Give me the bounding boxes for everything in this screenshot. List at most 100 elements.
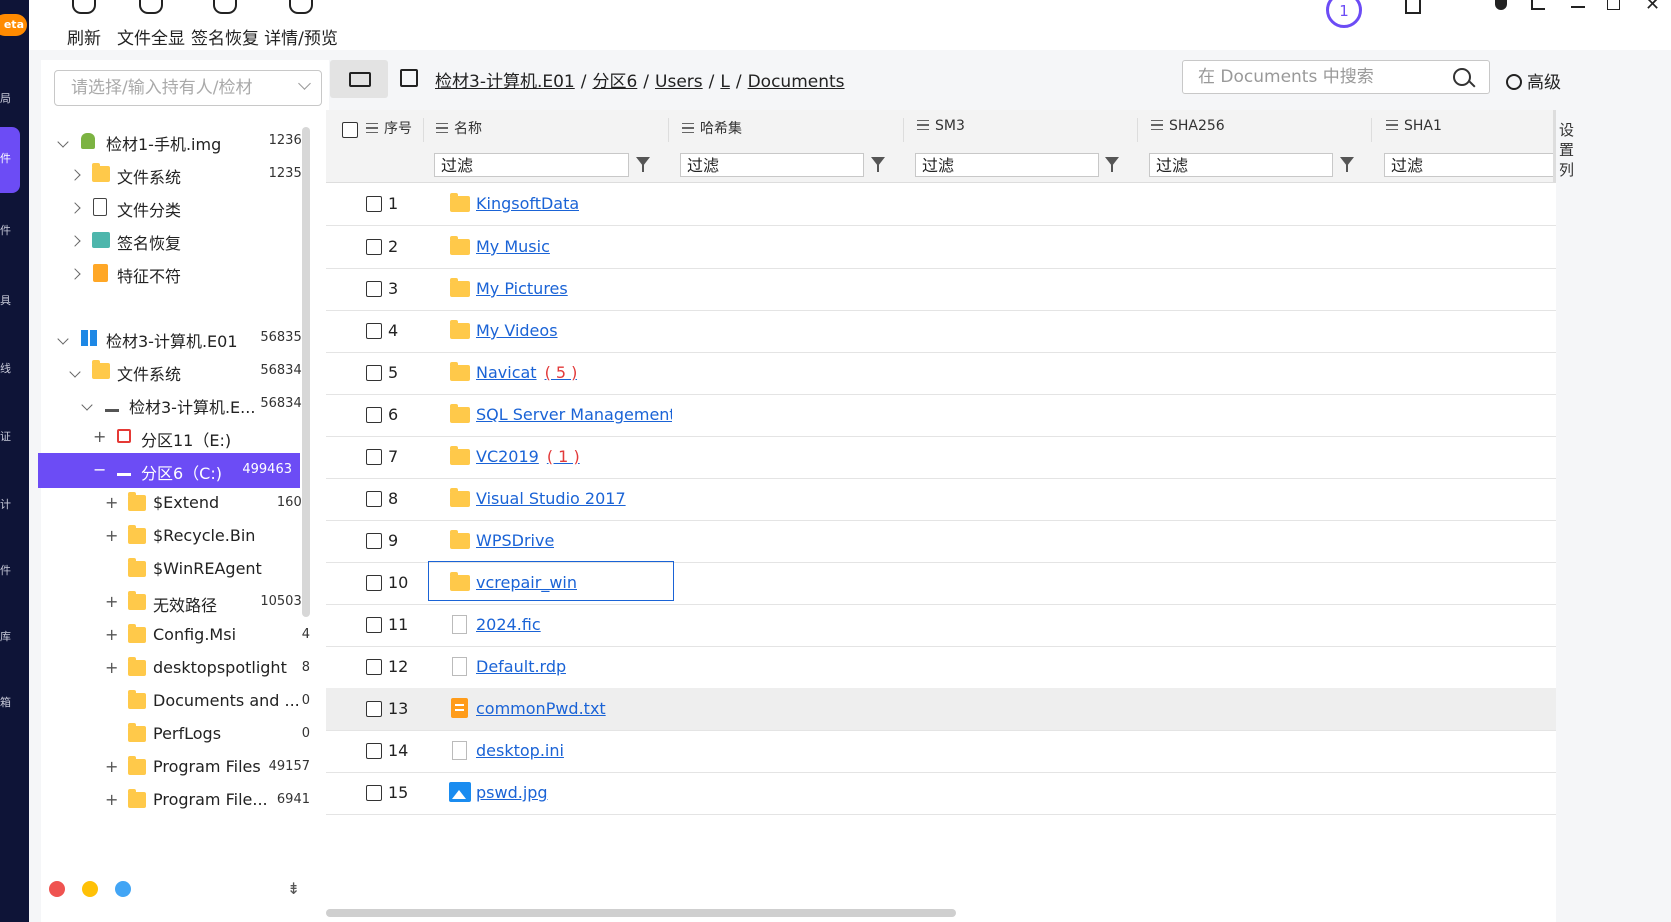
breadcrumb-evidence[interactable]: 检材3-计算机.E01	[435, 72, 575, 92]
tree-item-program-files-x86[interactable]: + Program File... 6941	[41, 783, 318, 818]
rail-item[interactable]: 线	[0, 360, 14, 376]
row-checkbox[interactable]	[366, 196, 382, 212]
table-row[interactable]: 15 pswd.jpg	[326, 772, 1556, 815]
filter-sm3[interactable]	[915, 153, 1099, 177]
file-link[interactable]: My Pictures	[476, 279, 568, 298]
row-checkbox[interactable]	[366, 701, 382, 717]
tree-item-perflogs[interactable]: PerfLogs 0	[41, 717, 318, 752]
collapse-all-icon[interactable]: ⇟	[287, 879, 303, 899]
filter-sha256-input[interactable]	[1150, 154, 1332, 176]
breadcrumb-users[interactable]: Users	[655, 72, 703, 92]
tree-item-partition-e[interactable]: + 分区11（E:) 1	[41, 420, 318, 455]
signature-recover-button[interactable]: 签名恢复	[190, 0, 260, 50]
notification-badge[interactable]: 1	[1326, 0, 1362, 28]
table-row[interactable]: 5 Navicat( 5 )	[326, 352, 1556, 395]
file-link[interactable]: SQL Server Management St	[476, 405, 672, 424]
rail-item[interactable]: 件	[0, 222, 14, 238]
file-link[interactable]: My Music	[476, 237, 550, 256]
rail-item[interactable]: 局	[0, 90, 14, 106]
file-link[interactable]: commonPwd.txt	[476, 699, 606, 718]
row-checkbox[interactable]	[366, 575, 382, 591]
tree-item-signature-recover[interactable]: 签名恢复 2	[41, 223, 318, 258]
row-checkbox[interactable]	[366, 323, 382, 339]
filter-name-input[interactable]	[435, 154, 628, 176]
table-row[interactable]: 2 My Music	[326, 226, 1556, 269]
tree-item-mismatch[interactable]: 特征不符 3	[41, 256, 318, 291]
file-link[interactable]: Default.rdp	[476, 657, 566, 676]
tree-scrollbar[interactable]	[302, 127, 310, 617]
row-checkbox[interactable]	[366, 365, 382, 381]
tree-item-filesystem-2[interactable]: 文件系统 568349	[41, 354, 318, 389]
blue-dot[interactable]	[115, 881, 131, 897]
row-checkbox[interactable]	[366, 239, 382, 255]
breadcrumb-l[interactable]: L	[720, 72, 729, 92]
row-checkbox[interactable]	[366, 785, 382, 801]
file-link[interactable]: desktop.ini	[476, 741, 564, 760]
pin-icon[interactable]	[1531, 0, 1545, 10]
filter-sha1-input[interactable]	[1385, 154, 1555, 176]
table-row[interactable]: 12 Default.rdp	[326, 646, 1556, 689]
column-divider[interactable]	[668, 118, 669, 142]
refresh-button[interactable]: 刷新	[59, 0, 109, 50]
search-input[interactable]	[1196, 66, 1440, 88]
chevron-down-icon[interactable]	[298, 77, 311, 90]
column-menu-icon[interactable]	[366, 123, 378, 133]
column-header-sm3[interactable]: SM3	[917, 118, 965, 142]
table-row[interactable]: 8 Visual Studio 2017	[326, 478, 1556, 521]
tree-item-partition-c[interactable]: − 分区6（C:) 499463	[38, 453, 300, 488]
column-divider[interactable]	[903, 118, 904, 142]
table-row[interactable]: 13 commonPwd.txt	[326, 688, 1556, 731]
expand-plus-icon[interactable]: +	[93, 429, 106, 445]
edit-path-icon[interactable]	[400, 69, 418, 87]
collapse-minus-icon[interactable]: −	[93, 462, 106, 478]
table-row[interactable]: 3 My Pictures	[326, 268, 1556, 311]
rail-item[interactable]: 件	[0, 562, 14, 578]
row-checkbox[interactable]	[366, 743, 382, 759]
column-settings-tab[interactable]: 设置列	[1559, 120, 1574, 280]
rail-item[interactable]: 具	[0, 292, 14, 308]
tree-item-filesystem[interactable]: 文件系统 12355	[41, 157, 318, 192]
detail-preview-button[interactable]: 详情/预览	[263, 0, 339, 50]
column-header-sha1[interactable]: SHA1	[1386, 118, 1442, 142]
row-checkbox[interactable]	[366, 281, 382, 297]
row-checkbox[interactable]	[366, 407, 382, 423]
filter-icon[interactable]	[1340, 157, 1354, 172]
tree-item-evidence3[interactable]: 检材3-计算机.E01 568357	[41, 321, 318, 356]
tree-item-disk-image[interactable]: 检材3-计算机.E... 568348	[41, 387, 318, 422]
column-menu-icon[interactable]	[682, 123, 694, 133]
filter-sm3-input[interactable]	[916, 154, 1098, 176]
filter-hashset[interactable]	[680, 153, 864, 177]
breadcrumb-partition[interactable]: 分区6	[592, 72, 637, 92]
expand-plus-icon[interactable]: +	[105, 528, 118, 544]
chevron-down-icon[interactable]	[57, 133, 69, 149]
user-icon[interactable]	[1495, 0, 1507, 10]
red-dot[interactable]	[49, 881, 65, 897]
row-checkbox[interactable]	[366, 449, 382, 465]
chevron-down-icon[interactable]	[69, 363, 81, 379]
file-link[interactable]: Visual Studio 2017	[476, 489, 626, 508]
select-all-checkbox[interactable]	[342, 122, 358, 138]
tree-item-invalid-path[interactable]: + 无效路径 105032	[41, 585, 318, 620]
table-row[interactable]: 7 VC2019( 1 )	[326, 436, 1556, 479]
rail-item[interactable]: 证	[0, 428, 14, 444]
folder-view-button[interactable]	[330, 60, 388, 98]
expand-plus-icon[interactable]: +	[105, 759, 118, 775]
chevron-right-icon[interactable]	[69, 232, 81, 248]
table-row[interactable]: 4 My Videos	[326, 310, 1556, 353]
advanced-search-button[interactable]: 高级	[1506, 68, 1561, 93]
search-box[interactable]	[1182, 60, 1490, 94]
tree-item-winreagent[interactable]: $WinREAgent 0	[41, 552, 318, 587]
tree-item-file-category[interactable]: 文件分类 7	[41, 190, 318, 225]
column-menu-icon[interactable]	[1151, 120, 1163, 130]
column-divider[interactable]	[423, 118, 424, 142]
file-link[interactable]: KingsoftData	[476, 194, 579, 213]
column-divider[interactable]	[1137, 118, 1138, 142]
filter-icon[interactable]	[871, 157, 885, 172]
row-checkbox[interactable]	[366, 491, 382, 507]
filter-hashset-input[interactable]	[681, 154, 863, 176]
chevron-right-icon[interactable]	[69, 166, 81, 182]
file-link[interactable]: vcrepair_win	[476, 573, 577, 592]
table-row[interactable]: 1 KingsoftData	[326, 183, 1556, 226]
file-link[interactable]: VC2019( 1 )	[476, 447, 580, 466]
minimize-icon[interactable]	[1571, 6, 1585, 8]
